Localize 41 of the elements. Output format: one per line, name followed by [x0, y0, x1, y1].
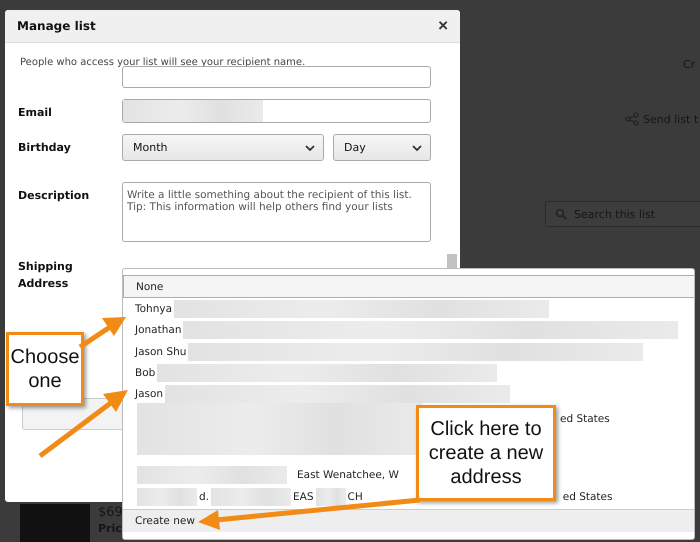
description-label: Description	[18, 188, 90, 204]
redaction-block	[316, 488, 346, 506]
address-text: Tohnya	[135, 302, 172, 315]
chevron-icon	[412, 144, 422, 150]
name-field[interactable]	[122, 66, 431, 88]
address-text: Jonathan	[135, 324, 182, 336]
address-text: ed States	[560, 412, 610, 425]
address-option[interactable]: None	[123, 275, 694, 298]
shipping-address-label: Shipping Address	[18, 259, 74, 292]
day-dropdown[interactable]: Day	[333, 134, 431, 161]
address-text: d.	[199, 490, 210, 503]
address-text: East Wenatchee, W	[297, 469, 399, 482]
address-text: EAS	[293, 490, 314, 503]
info-text: People who access your list will see your recipient name.	[20, 57, 306, 68]
address-option[interactable]: Tohnya	[123, 298, 694, 320]
share-icon	[625, 112, 639, 126]
redaction-block	[137, 488, 197, 506]
address-option[interactable]: Bob	[123, 362, 694, 384]
address-text: ed States	[562, 490, 612, 503]
address-text: Jason	[135, 388, 164, 400]
address-option[interactable]: Jonathan	[123, 320, 694, 341]
email-label: Email	[18, 105, 53, 121]
email-field[interactable]	[122, 99, 431, 123]
description-field[interactable]: Write a little something about the recipient of this list. Tip: This information will help others find your lists	[122, 182, 431, 242]
callout-box: Click here to create a new address	[416, 405, 556, 501]
address-text: None	[136, 280, 164, 293]
address-option[interactable]: Jason Shu	[123, 340, 694, 362]
address-text: Jason Shu	[135, 346, 186, 358]
search-icon	[555, 208, 567, 220]
chevron-icon	[305, 144, 315, 150]
address-option[interactable]: Jason	[123, 383, 694, 405]
create-new-option[interactable]: Create new	[123, 509, 694, 532]
birthday-label: Birthday	[18, 140, 72, 156]
product-photo-placeholder	[20, 504, 90, 542]
callout-box: Choose one	[6, 332, 84, 406]
address-text: CH	[348, 490, 363, 503]
month-dropdown[interactable]: Month	[122, 134, 324, 161]
close-button[interactable]: ×	[434, 16, 452, 36]
arrow	[78, 317, 126, 350]
dialog-title: Manage list	[17, 19, 96, 33]
address-text: Bob	[135, 366, 156, 379]
